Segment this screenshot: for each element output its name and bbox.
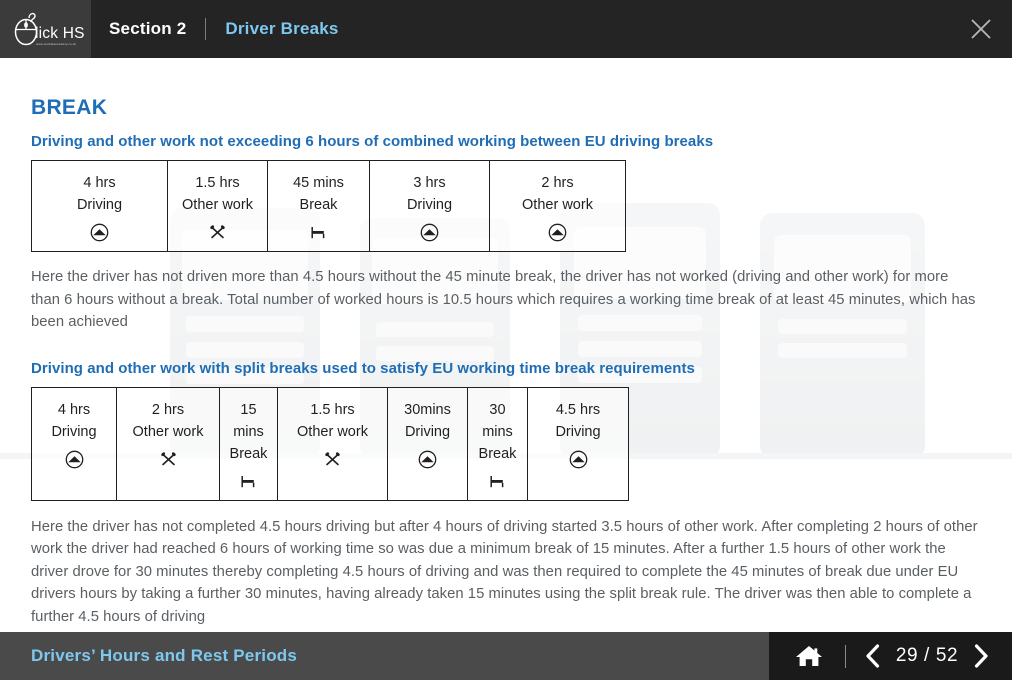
activity-table-1: 4 hrs Driving 1.5 hrs Other work 45 mins… <box>31 160 626 253</box>
activity-cell: 2 hrs Other work <box>117 387 220 500</box>
navigation-bar: 29 / 52 <box>769 632 1012 680</box>
driving-icon <box>65 450 84 469</box>
break-icon <box>309 223 328 242</box>
break-icon <box>488 472 507 491</box>
activity-cell: 1.5 hrs Other work <box>168 161 268 252</box>
driving-icon <box>569 450 588 469</box>
app-footer: Drivers’ Hours and Rest Periods 29 / 52 <box>0 632 1012 680</box>
cell-duration: 4.5 hrs <box>555 401 601 418</box>
chevron-right-icon <box>975 644 988 668</box>
page-counter: 29 / 52 <box>895 645 959 666</box>
cell-duration: 30 mins <box>482 401 513 440</box>
activity-cell: 3 hrs Driving <box>370 161 490 252</box>
section-label: Section 2 <box>109 19 187 38</box>
cell-duration: 4 hrs <box>57 401 91 418</box>
activity-cell: 45 mins Break <box>268 161 370 252</box>
driving-icon <box>90 223 109 242</box>
close-icon <box>971 19 991 39</box>
svg-text:lick HSE: lick HSE <box>35 25 85 42</box>
activity-cell: 4 hrs Driving <box>32 387 117 500</box>
activity-cell: 15 mins Break <box>220 387 278 500</box>
cell-duration: 45 mins <box>293 175 344 191</box>
cell-activity: Driving <box>555 423 601 440</box>
header-divider <box>205 18 207 40</box>
activity-cell: 4 hrs Driving <box>32 161 168 252</box>
other-work-icon <box>159 450 178 469</box>
page-title: Driver Breaks <box>225 19 339 38</box>
cell-activity: Other work <box>297 423 368 440</box>
cell-duration: 4 hrs <box>83 175 116 191</box>
cell-activity: Other work <box>132 423 204 440</box>
header-title-group: Section 2 Driver Breaks <box>91 0 950 58</box>
activity-table-2: 4 hrs Driving 2 hrs Other work 15 mins B… <box>31 386 629 501</box>
cell-activity: Break <box>229 445 268 462</box>
app-header: lick HSE www.workplacesafety.co.uk Secti… <box>0 0 1012 58</box>
paragraph-1: Here the driver has not driven more than… <box>31 269 976 331</box>
slide-content: BREAK Driving and other work not exceedi… <box>0 58 1012 632</box>
cell-activity: Driving <box>406 197 453 214</box>
activity-cell: 2 hrs Other work <box>490 161 625 251</box>
brand-logo[interactable]: lick HSE www.workplacesafety.co.uk <box>0 0 91 58</box>
driving-icon <box>548 223 567 242</box>
svg-text:www.workplacesafety.co.uk: www.workplacesafety.co.uk <box>36 42 76 46</box>
driving-icon <box>418 450 437 469</box>
break-icon <box>239 472 258 491</box>
previous-page-button[interactable] <box>856 632 890 680</box>
slide-viewer: lick HSE www.workplacesafety.co.uk Secti… <box>0 0 1012 680</box>
next-page-button[interactable] <box>964 632 998 680</box>
subheading-1: Driving and other work not exceeding 6 h… <box>31 133 714 150</box>
chevron-left-icon <box>866 644 879 668</box>
other-work-icon <box>208 223 227 242</box>
paragraph-2: Here the driver has not completed 4.5 ho… <box>31 518 978 625</box>
cell-duration: 30mins <box>404 401 451 418</box>
close-button[interactable] <box>950 0 1012 58</box>
nav-divider <box>844 644 846 668</box>
course-title: Drivers’ Hours and Rest Periods <box>31 646 298 665</box>
cell-activity: Other work <box>182 197 253 214</box>
activity-cell: 1.5 hrs Other work <box>278 387 388 500</box>
cell-duration: 15 mins <box>233 401 264 440</box>
cell-activity: Driving <box>76 197 123 214</box>
cell-duration: 2 hrs <box>151 401 185 418</box>
driving-icon <box>420 223 439 242</box>
section-heading: BREAK <box>31 96 108 119</box>
cell-activity: Other work <box>522 197 593 214</box>
cell-duration: 1.5 hrs <box>310 401 355 418</box>
cell-duration: 2 hrs <box>541 175 574 191</box>
other-work-icon <box>323 450 342 469</box>
cell-activity: Driving <box>51 423 97 440</box>
home-button[interactable] <box>783 632 835 680</box>
subheading-2: Driving and other work with split breaks… <box>31 359 695 377</box>
activity-cell: 30mins Driving <box>388 387 468 500</box>
cell-duration: 1.5 hrs <box>195 175 240 191</box>
cell-activity: Break <box>478 445 517 462</box>
home-icon <box>795 646 822 666</box>
cell-activity: Break <box>299 197 338 214</box>
cell-activity: Driving <box>404 423 451 440</box>
cell-duration: 3 hrs <box>413 175 446 191</box>
activity-cell: 30 mins Break <box>468 387 528 500</box>
computer-mouse-icon: lick HSE www.workplacesafety.co.uk <box>14 12 85 46</box>
activity-cell: 4.5 hrs Driving <box>528 388 628 500</box>
